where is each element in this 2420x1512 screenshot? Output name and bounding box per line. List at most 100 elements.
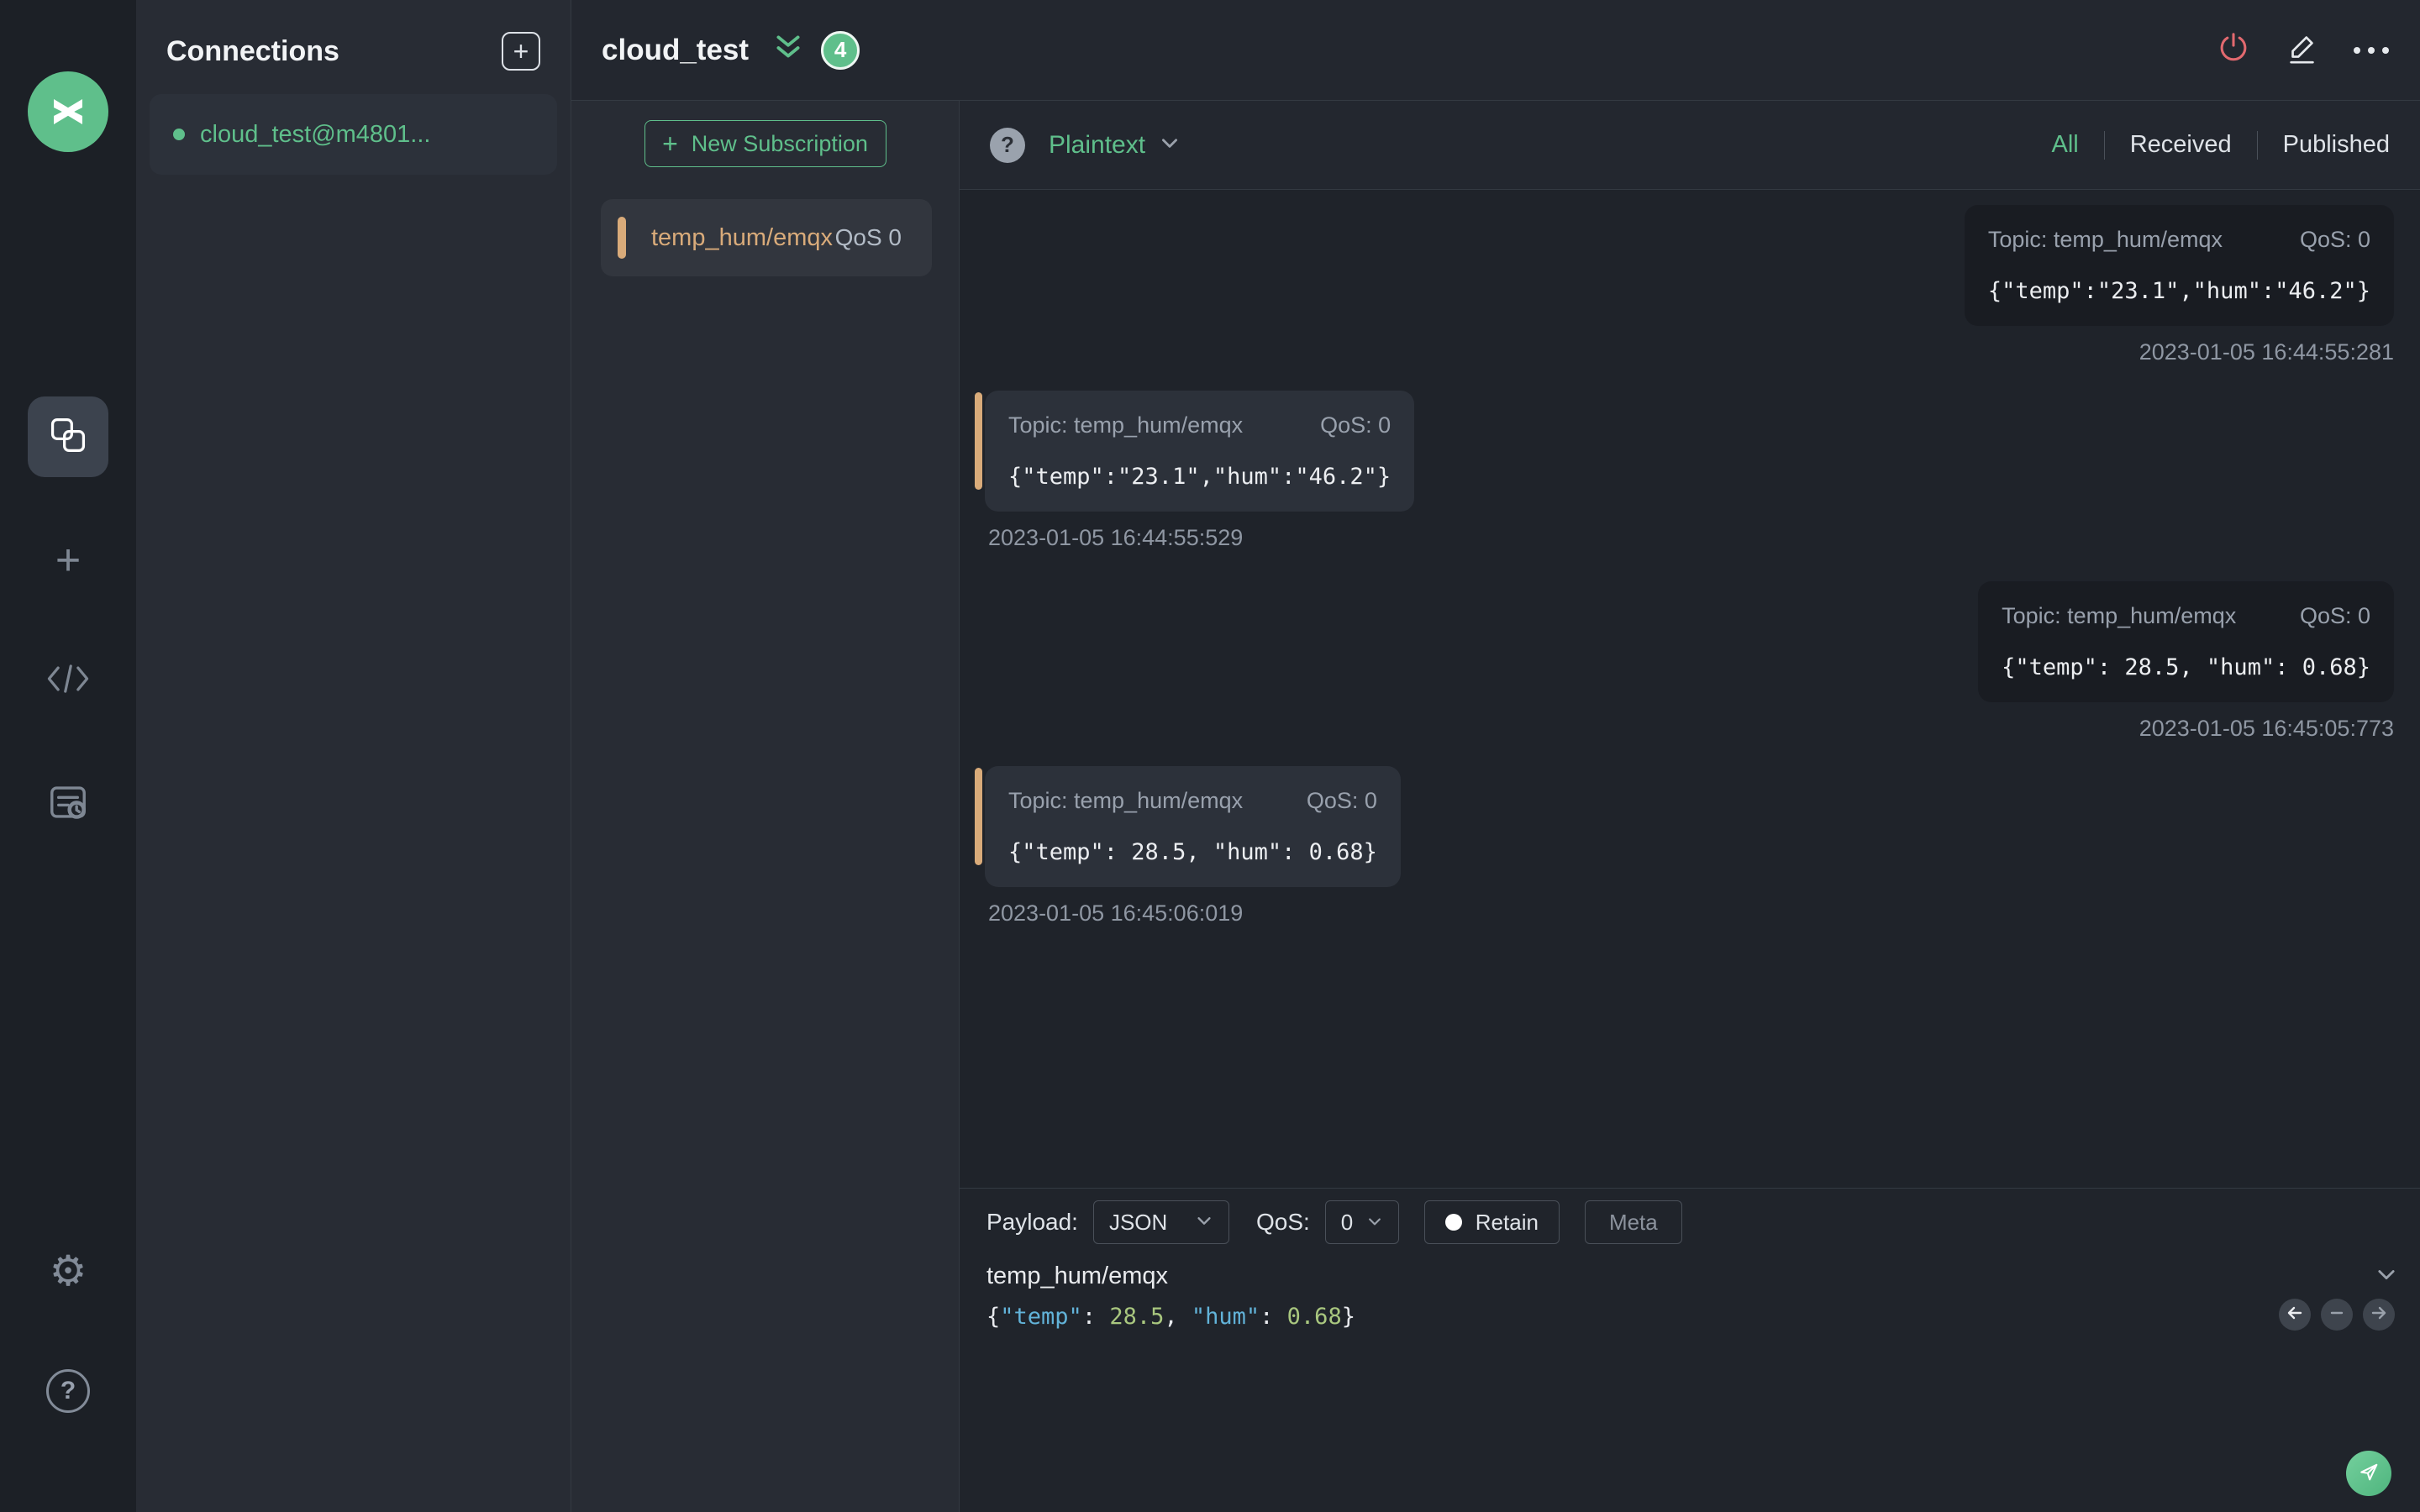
icon-rail: + ⚙ ?: [0, 0, 136, 1512]
mqttx-logo: [28, 71, 108, 152]
message-payload: {"temp":"23.1","hum":"46.2"}: [1008, 464, 1392, 490]
message-timestamp: 2023-01-05 16:44:55:281: [2139, 339, 2394, 365]
subscription-qos: QoS 0: [834, 224, 902, 250]
plus-icon: +: [513, 35, 529, 66]
connected-status-dot: [173, 129, 185, 140]
ellipsis-icon: [2354, 46, 2389, 54]
message-nav-controls: [2279, 1299, 2395, 1331]
connections-panel-title: Connections: [166, 34, 339, 67]
payload-label: Payload:: [986, 1209, 1078, 1235]
payload-format-value: JSON: [1108, 1209, 1168, 1235]
editor-punct: :: [1260, 1304, 1287, 1330]
connections-panel-header: Connections +: [136, 0, 571, 86]
clear-messages-button[interactable]: [2321, 1299, 2353, 1331]
sidebar-item-connections[interactable]: [28, 396, 108, 477]
header-actions: [2215, 32, 2390, 69]
message-bubble[interactable]: Topic: temp_hum/emqx QoS: 0 {"temp":"23.…: [1964, 205, 2394, 326]
editor-punct: }: [1341, 1304, 1355, 1330]
message-topic: Topic: temp_hum/emqx: [2002, 603, 2237, 628]
question-icon: ?: [1001, 132, 1014, 157]
payload-format-select[interactable]: Plaintext: [1049, 131, 1181, 160]
message-topic: Topic: temp_hum/emqx: [1987, 227, 2223, 252]
editor-number: 0.68: [1286, 1304, 1342, 1330]
meta-label: Meta: [1608, 1209, 1658, 1235]
send-button[interactable]: [2346, 1451, 2391, 1496]
collapse-editor-chevron-icon[interactable]: [2375, 1263, 2398, 1290]
next-message-button[interactable]: [2363, 1299, 2395, 1331]
settings-gear-icon: ⚙: [49, 1247, 87, 1294]
message-payload: {"temp":"23.1","hum":"46.2"}: [1987, 278, 2370, 304]
message-bubble[interactable]: Topic: temp_hum/emqx QoS: 0 {"temp": 28.…: [1978, 581, 2394, 702]
subscription-item[interactable]: temp_hum/emqx QoS 0: [601, 199, 932, 276]
message-payload: {"temp": 28.5, "hum": 0.68}: [1008, 839, 1377, 865]
message-timestamp: 2023-01-05 16:44:55:529: [988, 525, 1244, 550]
prev-message-button[interactable]: [2279, 1299, 2311, 1331]
plus-icon: +: [662, 129, 678, 159]
message-bubble[interactable]: Topic: temp_hum/emqx QoS: 0 {"temp":"23.…: [974, 391, 1415, 512]
message-topic: Topic: temp_hum/emqx: [1008, 412, 1244, 438]
sidebar-item-new-connection[interactable]: +: [43, 535, 93, 585]
sidebar-item-help[interactable]: ?: [46, 1369, 90, 1413]
editor-key: "hum": [1191, 1304, 1260, 1330]
message-topic: Topic: temp_hum/emqx: [1008, 788, 1244, 813]
main-region: cloud_test 4 + New Subscription temp_hum…: [571, 0, 2420, 1512]
qos-value: 0: [1340, 1209, 1354, 1235]
payload-editor[interactable]: {"temp": 28.5, "hum": 0.68}: [986, 1304, 2420, 1330]
message-filter-bar: ? Plaintext All Received Published: [960, 101, 2420, 190]
tab-all[interactable]: All: [2051, 131, 2078, 159]
more-options-button[interactable]: [2353, 32, 2390, 69]
payload-format-dropdown[interactable]: JSON: [1092, 1200, 1229, 1244]
message-list: Topic: temp_hum/emqx QoS: 0 {"temp":"23.…: [960, 190, 2420, 1188]
subscription-topic: temp_hum/emqx: [651, 223, 833, 251]
meta-button[interactable]: Meta: [1584, 1200, 1682, 1244]
code-icon: [45, 660, 92, 701]
sidebar-item-script[interactable]: [43, 655, 93, 706]
publish-toolbar: Payload: JSON QoS: 0 Retain Meta: [986, 1200, 2420, 1244]
message-qos: QoS: 0: [2299, 227, 2370, 252]
new-subscription-button[interactable]: + New Subscription: [644, 120, 886, 167]
paper-plane-icon: [2357, 1460, 2381, 1488]
tab-divider: [2256, 130, 2258, 160]
tab-published[interactable]: Published: [2283, 131, 2390, 159]
message-area: ? Plaintext All Received Published Topic…: [960, 101, 2420, 1512]
qos-label: QoS:: [1255, 1209, 1310, 1235]
connection-list-item[interactable]: cloud_test@m4801...: [150, 94, 557, 175]
retain-dot-icon: [1444, 1214, 1462, 1231]
pencil-icon: [2285, 30, 2320, 70]
payload-format-value: Plaintext: [1049, 130, 1146, 159]
editor-key: "temp": [1000, 1304, 1082, 1330]
power-icon: [2216, 30, 2251, 70]
message-received: Topic: temp_hum/emqx QoS: 0 {"temp": 28.…: [975, 766, 1401, 927]
editor-punct: :: [1081, 1304, 1110, 1330]
message-received: Topic: temp_hum/emqx QoS: 0 {"temp":"23.…: [974, 391, 1415, 551]
tab-received[interactable]: Received: [2130, 131, 2232, 159]
qos-dropdown[interactable]: 0: [1324, 1200, 1399, 1244]
add-connection-button[interactable]: +: [502, 32, 540, 71]
arrow-right-icon: [2369, 1303, 2389, 1327]
chevron-down-icon: [1159, 132, 1181, 158]
payload-format-help-button[interactable]: ?: [990, 127, 1025, 163]
topic-input[interactable]: temp_hum/emqx: [986, 1263, 1168, 1290]
message-timestamp: 2023-01-05 16:45:06:019: [988, 900, 1244, 926]
edit-connection-button[interactable]: [2284, 32, 2321, 69]
sidebar-item-log[interactable]: [43, 779, 93, 829]
editor-punct: {: [986, 1304, 1001, 1330]
message-timestamp: 2023-01-05 16:45:05:773: [2139, 716, 2394, 741]
connection-name: cloud_test@m4801...: [200, 120, 431, 148]
new-subscription-label: New Subscription: [691, 130, 868, 156]
subscription-color-bar: [618, 217, 626, 259]
retain-toggle[interactable]: Retain: [1423, 1200, 1560, 1244]
message-published: Topic: temp_hum/emqx QoS: 0 {"temp": 28.…: [1978, 581, 2394, 742]
collapse-panel-button[interactable]: [772, 33, 804, 67]
disconnect-button[interactable]: [2215, 32, 2252, 69]
editor-number: 28.5: [1109, 1304, 1165, 1330]
help-icon: ?: [60, 1377, 76, 1404]
message-count-badge: 4: [821, 30, 860, 70]
editor-punct: ,: [1164, 1304, 1192, 1330]
message-direction-tabs: All Received Published: [2051, 130, 2390, 160]
sidebar-item-settings[interactable]: ⚙: [43, 1246, 93, 1296]
message-bubble[interactable]: Topic: temp_hum/emqx QoS: 0 {"temp": 28.…: [975, 766, 1401, 887]
connection-title: cloud_test: [602, 33, 750, 66]
message-qos: QoS: 0: [1306, 788, 1377, 813]
message-qos: QoS: 0: [1320, 412, 1392, 438]
